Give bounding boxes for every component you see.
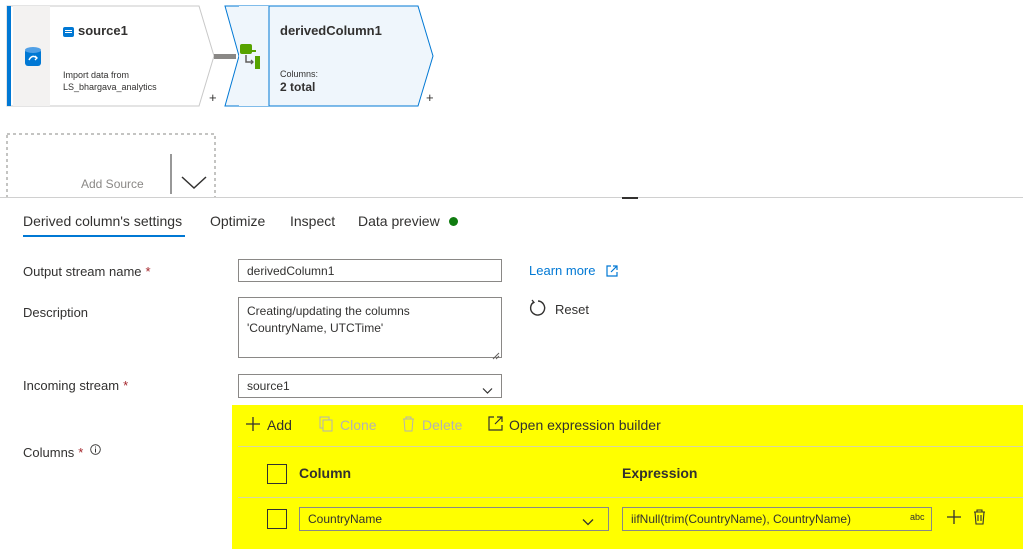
source-add-transform-button[interactable]: +	[209, 90, 217, 105]
tab-data-preview[interactable]: Data preview	[358, 213, 440, 229]
data-preview-status-dot	[449, 217, 458, 226]
derived-node-title[interactable]: derivedColumn1	[280, 23, 382, 38]
grid-header-divider	[238, 497, 1023, 498]
tab-optimize[interactable]: Optimize	[210, 213, 265, 229]
source-node-desc-2: LS_bhargava_analytics	[63, 82, 157, 92]
source-node-title[interactable]: source1	[78, 23, 128, 38]
clone-button[interactable]: Clone	[340, 417, 377, 433]
delete-icon	[402, 416, 415, 432]
add-row-icon[interactable]	[947, 510, 961, 524]
tab-derived-column-settings[interactable]: Derived column's settings	[23, 213, 182, 229]
info-icon[interactable]	[90, 442, 101, 455]
clone-icon	[319, 416, 333, 432]
node-connector	[214, 54, 236, 59]
expression-input[interactable]: iifNull(trim(CountryName), CountryName)	[622, 507, 932, 531]
learn-more-link[interactable]: Learn more	[529, 263, 595, 278]
tab-inspect[interactable]: Inspect	[290, 213, 335, 229]
source-node-desc-1: Import data from	[63, 70, 130, 80]
type-badge: abc	[910, 512, 925, 522]
reset-button[interactable]: Reset	[555, 302, 589, 317]
add-icon[interactable]	[246, 417, 260, 431]
description-label: Description	[23, 305, 89, 320]
dataflow-canvas: source1 Import data from LS_bhargava_ana…	[0, 0, 1023, 198]
derived-column-icon	[238, 42, 262, 70]
open-expression-builder-icon[interactable]	[488, 416, 503, 431]
derived-node-columns-value: 2 total	[280, 80, 316, 94]
expression-header: Expression	[622, 465, 698, 481]
panel-divider	[0, 197, 1023, 198]
output-stream-label: Output stream name *	[23, 264, 151, 279]
active-tab-indicator	[23, 235, 185, 237]
select-all-checkbox[interactable]	[267, 464, 287, 484]
delete-row-icon[interactable]	[973, 509, 986, 525]
columns-label: Columns *	[23, 445, 84, 460]
source-node-accent-bar	[7, 6, 11, 106]
column-name-select[interactable]: CountryName	[299, 507, 609, 531]
chevron-down-icon[interactable]	[482, 382, 493, 394]
chevron-down-icon[interactable]	[582, 513, 594, 526]
output-stream-input[interactable]: derivedColumn1	[238, 259, 502, 282]
add-column-button[interactable]: Add	[267, 417, 292, 433]
derived-add-transform-button[interactable]: +	[426, 90, 434, 105]
add-source-label[interactable]: Add Source	[81, 177, 144, 191]
delete-button[interactable]: Delete	[422, 417, 462, 433]
derived-node-columns-label: Columns:	[280, 69, 319, 79]
chevron-down-icon[interactable]	[180, 174, 208, 190]
resize-handle-icon[interactable]	[492, 347, 500, 360]
row-checkbox[interactable]	[267, 509, 287, 529]
open-expression-builder-button[interactable]: Open expression builder	[509, 417, 661, 433]
resize-grip[interactable]	[622, 197, 638, 199]
database-icon	[24, 46, 42, 68]
column-header: Column	[299, 465, 352, 481]
reset-icon[interactable]	[529, 299, 547, 317]
incoming-stream-select[interactable]: source1	[238, 374, 502, 398]
grid-toolbar-divider	[238, 446, 1023, 447]
external-link-icon[interactable]	[606, 264, 618, 277]
incoming-stream-label: Incoming stream *	[23, 378, 129, 393]
sql-source-icon	[63, 24, 74, 37]
canvas-graph	[6, 5, 434, 198]
description-textarea[interactable]: Creating/updating the columns 'CountryNa…	[238, 297, 502, 358]
